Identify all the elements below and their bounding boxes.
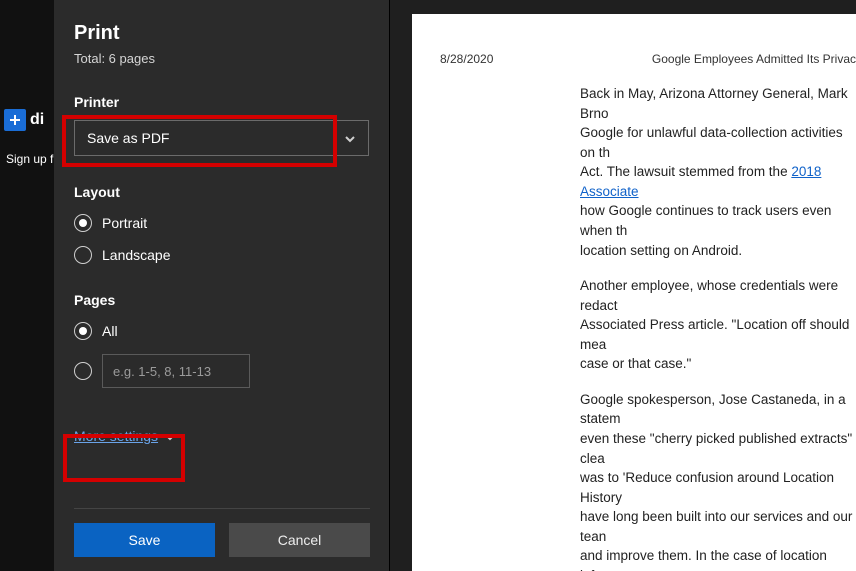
pages-custom-radio[interactable]: e.g. 1-5, 8, 11-13	[74, 354, 369, 388]
pages-all-radio[interactable]: All	[74, 322, 369, 340]
radio-icon	[74, 322, 92, 340]
brand-badge[interactable]: di	[4, 105, 50, 135]
pages-section-label: Pages	[74, 292, 369, 308]
preview-body: Back in May, Arizona Attorney General, M…	[440, 84, 856, 571]
save-button[interactable]: Save	[74, 523, 215, 557]
radio-icon	[74, 362, 92, 380]
preview-headline: Google Employees Admitted Its Privac	[652, 52, 856, 66]
printer-section-label: Printer	[74, 94, 369, 110]
more-settings-toggle[interactable]: More settings	[74, 428, 176, 444]
radio-icon	[74, 214, 92, 232]
background-app-sidebar: di Sign up f	[0, 0, 54, 571]
radio-icon	[74, 246, 92, 264]
preview-date: 8/28/2020	[440, 52, 493, 66]
brand-text: di	[30, 111, 44, 129]
layout-portrait-radio[interactable]: Portrait	[74, 214, 369, 232]
radio-label: Landscape	[102, 247, 171, 263]
radio-label: All	[102, 323, 118, 339]
print-preview[interactable]: 8/28/2020 Google Employees Admitted Its …	[412, 14, 856, 571]
more-settings-label: More settings	[74, 428, 158, 444]
page-count: Total: 6 pages	[74, 51, 369, 66]
dialog-action-bar: Save Cancel	[74, 508, 370, 557]
plus-icon	[4, 109, 26, 131]
signup-link[interactable]: Sign up f	[6, 152, 53, 166]
chevron-down-icon	[164, 430, 176, 442]
printer-select[interactable]: Save as PDF	[74, 120, 369, 156]
printer-value: Save as PDF	[87, 130, 169, 146]
layout-landscape-radio[interactable]: Landscape	[74, 246, 369, 264]
dialog-title: Print	[74, 22, 369, 45]
pages-range-input[interactable]: e.g. 1-5, 8, 11-13	[102, 354, 250, 388]
print-dialog: Print Total: 6 pages Printer Save as PDF…	[54, 0, 390, 571]
chevron-down-icon	[344, 132, 356, 144]
preview-header: 8/28/2020 Google Employees Admitted Its …	[440, 52, 856, 66]
radio-label: Portrait	[102, 215, 147, 231]
cancel-button[interactable]: Cancel	[229, 523, 370, 557]
layout-section-label: Layout	[74, 184, 369, 200]
